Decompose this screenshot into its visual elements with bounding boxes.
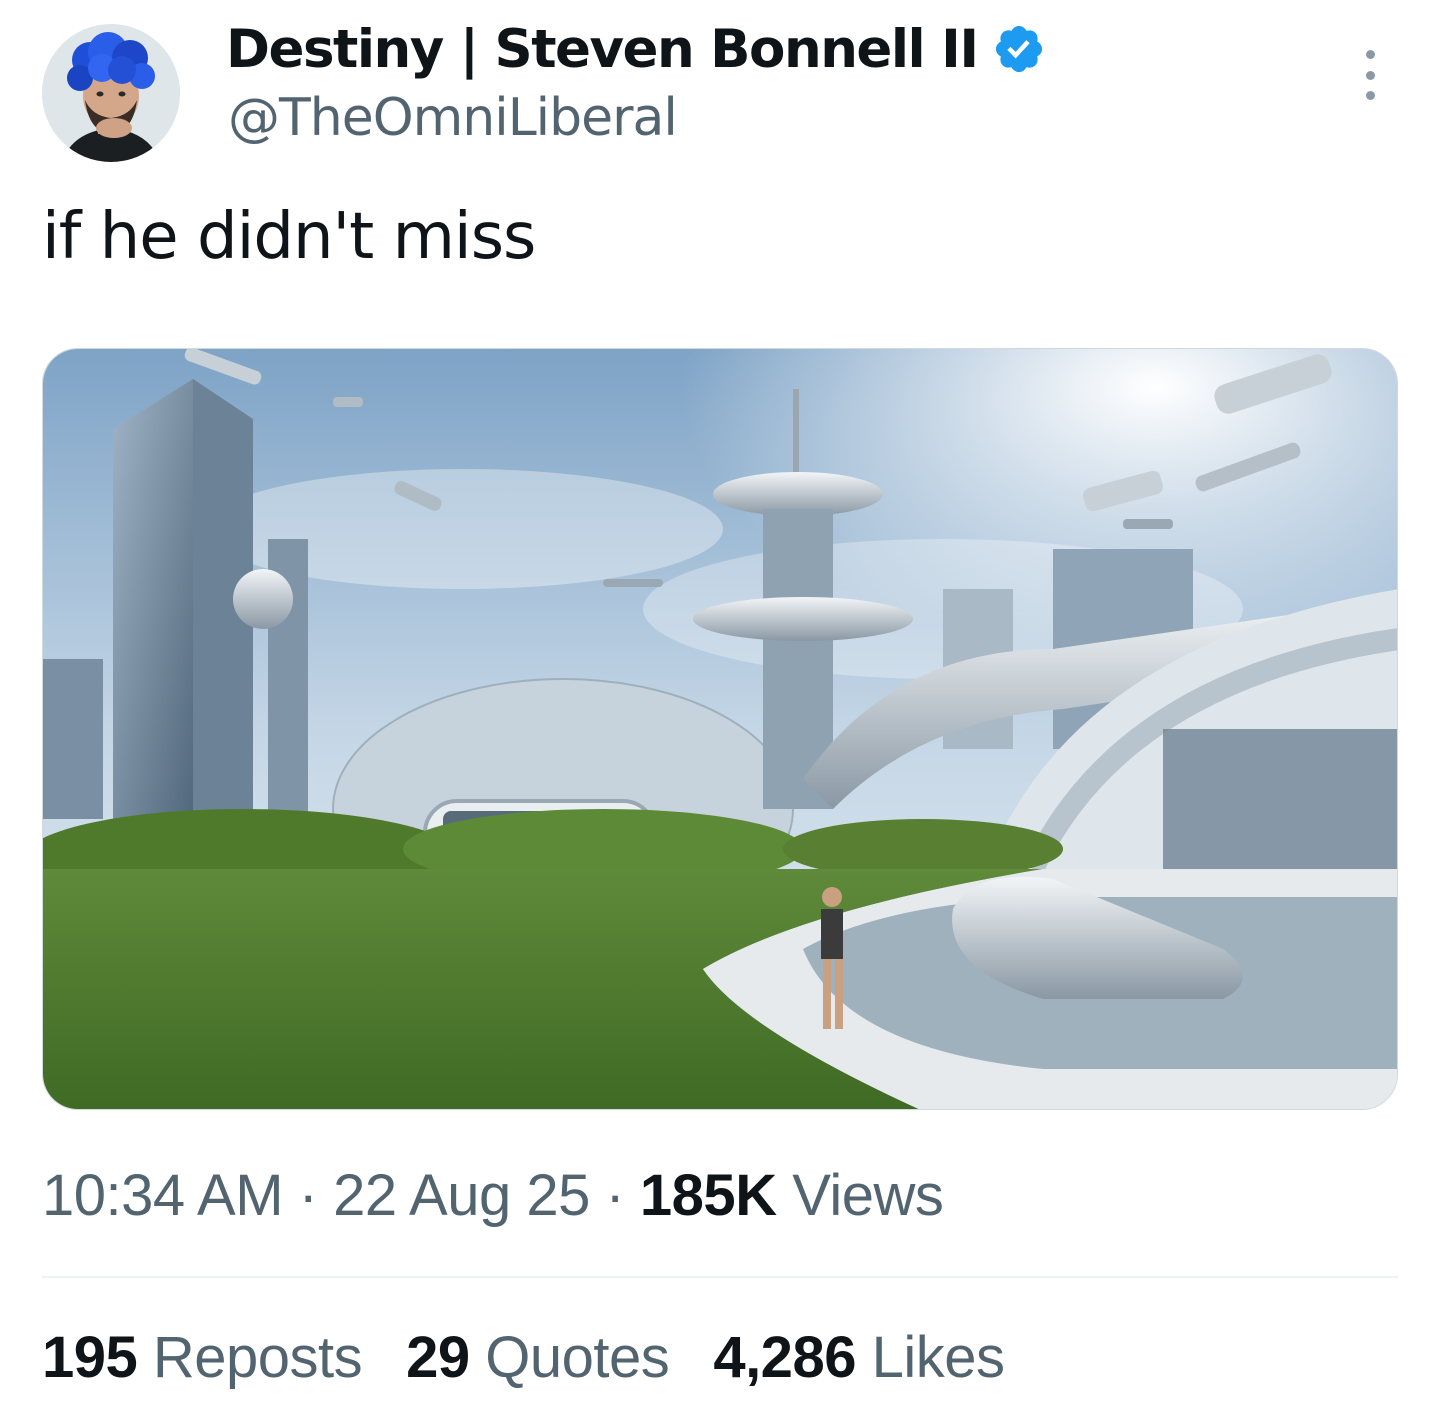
tweet-date[interactable]: 22 Aug 25: [333, 1163, 590, 1228]
quotes-label: Quotes: [469, 1325, 670, 1390]
more-dot: [1365, 50, 1375, 59]
verified-badge-icon[interactable]: [992, 22, 1046, 76]
tweet-time[interactable]: 10:34 AM: [42, 1163, 284, 1228]
quotes-count: 29: [406, 1325, 470, 1390]
reposts-label: Reposts: [137, 1325, 363, 1390]
futuristic-city-image: [43, 349, 1397, 1109]
avatar-image: [42, 24, 180, 162]
tweet-text: if he didn't miss: [42, 200, 536, 274]
author-name-row[interactable]: Destiny | Steven Bonnell II: [226, 14, 1046, 84]
views-count: 185K: [639, 1163, 777, 1228]
reposts-stat[interactable]: 195 Reposts: [42, 1324, 363, 1391]
likes-label: Likes: [855, 1325, 1005, 1390]
more-dot: [1365, 91, 1375, 100]
meta-separator: ·: [283, 1163, 334, 1228]
tweet-media[interactable]: [42, 348, 1398, 1110]
tweet-meta: 10:34 AM · 22 Aug 25 · 185K Views: [42, 1162, 944, 1229]
reposts-count: 195: [42, 1325, 138, 1390]
quotes-stat[interactable]: 29 Quotes: [406, 1324, 670, 1391]
divider: [42, 1276, 1398, 1278]
tweet-stats: 195 Reposts 29 Quotes 4,286 Likes: [42, 1324, 1005, 1391]
author-display-name[interactable]: Destiny | Steven Bonnell II: [226, 19, 979, 80]
more-options-icon[interactable]: [1350, 50, 1390, 100]
author-handle[interactable]: @TheOmniLiberal: [228, 88, 678, 148]
author-avatar[interactable]: [42, 24, 180, 162]
likes-stat[interactable]: 4,286 Likes: [713, 1324, 1005, 1391]
meta-separator: ·: [589, 1163, 640, 1228]
more-dot: [1365, 70, 1375, 80]
views-label: Views: [776, 1163, 944, 1228]
likes-count: 4,286: [713, 1325, 856, 1390]
